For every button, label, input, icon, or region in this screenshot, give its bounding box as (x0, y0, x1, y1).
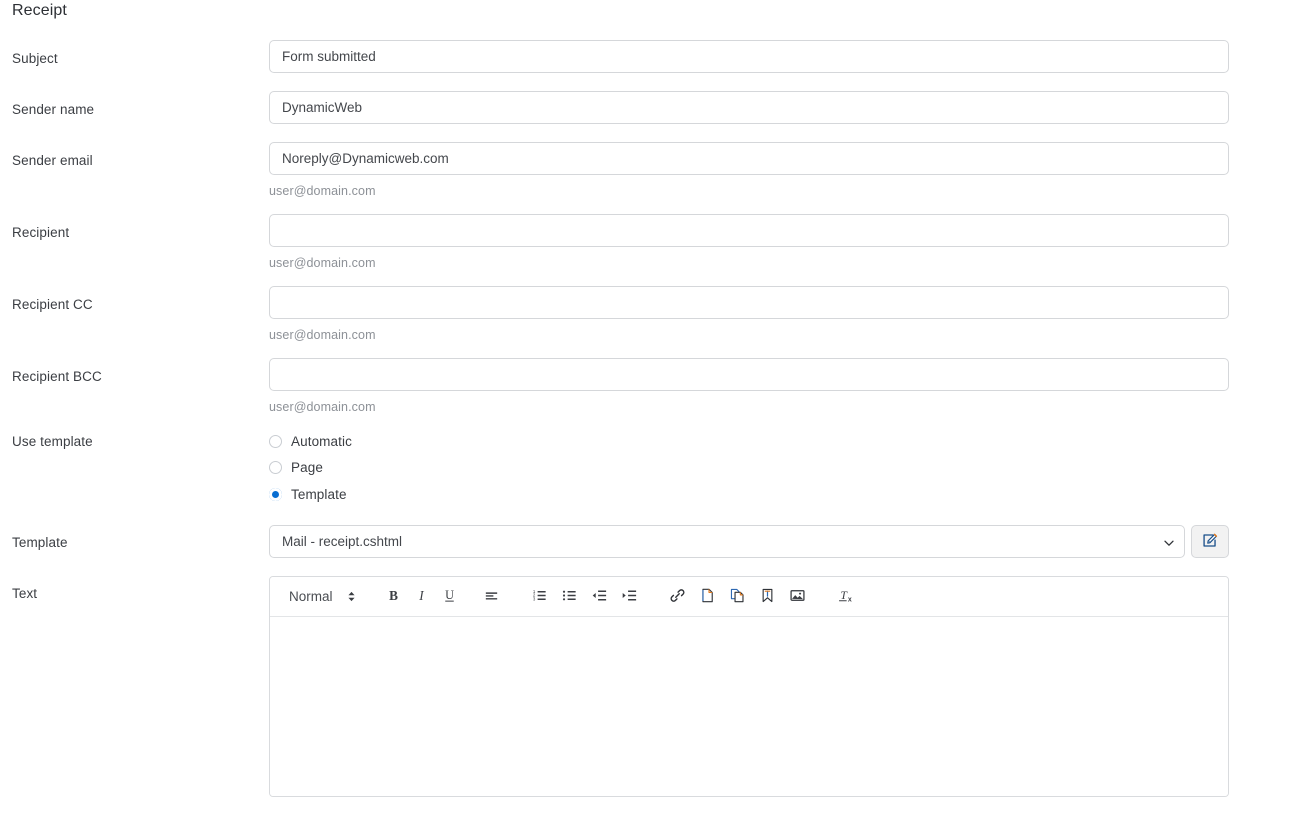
radio-label-automatic: Automatic (291, 433, 352, 449)
bold-button[interactable]: B (380, 584, 408, 610)
template-label: Template (12, 535, 68, 550)
bold-icon: B (385, 587, 402, 607)
indent-icon (621, 587, 638, 607)
align-left-button[interactable] (478, 584, 506, 610)
paste-icon (729, 587, 746, 607)
link-icon (669, 587, 686, 607)
recipient-bcc-helper: user@domain.com (269, 400, 376, 414)
template-select[interactable]: Mail - receipt.cshtml (269, 525, 1185, 558)
remove-format-icon: T x (837, 587, 854, 607)
radio-label-template: Template (291, 486, 347, 502)
text-label: Text (12, 586, 38, 601)
bullet-list-button[interactable] (556, 584, 584, 610)
recipient-cc-helper: user@domain.com (269, 328, 376, 342)
recipient-bcc-input[interactable] (269, 358, 1229, 391)
align-left-icon (483, 587, 500, 607)
indent-button[interactable] (616, 584, 644, 610)
paste-button[interactable] (724, 584, 752, 610)
recipient-bcc-label: Recipient BCC (12, 369, 102, 384)
sender-name-input[interactable] (269, 91, 1229, 124)
insert-file-button[interactable] (694, 584, 722, 610)
recipient-helper: user@domain.com (269, 256, 376, 270)
svg-text:I: I (418, 587, 424, 602)
sender-email-helper: user@domain.com (269, 184, 376, 198)
insert-image-button[interactable] (784, 584, 812, 610)
use-template-label: Use template (12, 434, 93, 449)
edit-pencil-icon (1202, 532, 1219, 552)
receipt-form-page: Receipt Subject Sender name Sender email… (0, 0, 1293, 820)
radio-option-automatic[interactable]: Automatic (269, 432, 1229, 450)
bullet-list-icon (561, 587, 578, 607)
recipient-label: Recipient (12, 225, 70, 240)
image-icon (789, 587, 806, 607)
underline-icon: U (441, 587, 458, 607)
rich-text-editor: Normal B I U 1 2 3 T x (269, 576, 1229, 797)
italic-icon: I (413, 587, 430, 607)
page-title: Receipt (12, 2, 67, 19)
svg-text:x: x (848, 596, 852, 603)
underline-button[interactable]: U (436, 584, 464, 610)
ordered-list-icon: 1 2 3 (531, 587, 548, 607)
bookmark-button[interactable] (754, 584, 782, 610)
sender-name-label: Sender name (12, 102, 95, 117)
radio-label-page: Page (291, 460, 323, 475)
subject-input[interactable] (269, 40, 1229, 73)
sender-email-label: Sender email (12, 153, 93, 168)
chevron-down-icon (1163, 537, 1174, 547)
insert-link-button[interactable] (664, 584, 692, 610)
file-icon (699, 587, 716, 607)
radio-circle-icon (269, 461, 282, 474)
stepper-updown-icon (347, 591, 356, 602)
radio-circle-icon (269, 434, 282, 448)
svg-text:B: B (389, 587, 398, 602)
sender-email-input[interactable] (269, 142, 1229, 175)
subject-label: Subject (12, 51, 58, 66)
paragraph-style-value: Normal (289, 589, 333, 604)
editor-content-area[interactable] (270, 617, 1228, 796)
radio-circle-checked-icon (269, 487, 282, 501)
bookmark-icon (759, 587, 776, 607)
radio-option-template[interactable]: Template (269, 485, 1229, 503)
editor-toolbar: Normal B I U 1 2 3 T x (270, 577, 1228, 617)
ordered-list-button[interactable]: 1 2 3 (526, 584, 554, 610)
paragraph-style-select[interactable]: Normal (289, 589, 356, 604)
italic-button[interactable]: I (408, 584, 436, 610)
outdent-button[interactable] (586, 584, 614, 610)
edit-template-button[interactable] (1191, 525, 1229, 558)
radio-option-page[interactable]: Page (269, 459, 1229, 477)
recipient-cc-input[interactable] (269, 286, 1229, 319)
svg-text:U: U (445, 587, 454, 601)
use-template-radio-group: Automatic Page Template (269, 432, 1229, 503)
clear-formatting-button[interactable]: T x (832, 584, 860, 610)
template-select-value: Mail - receipt.cshtml (282, 534, 403, 549)
recipient-cc-label: Recipient CC (12, 297, 93, 312)
svg-text:3: 3 (533, 596, 536, 601)
recipient-input[interactable] (269, 214, 1229, 247)
outdent-icon (591, 587, 608, 607)
